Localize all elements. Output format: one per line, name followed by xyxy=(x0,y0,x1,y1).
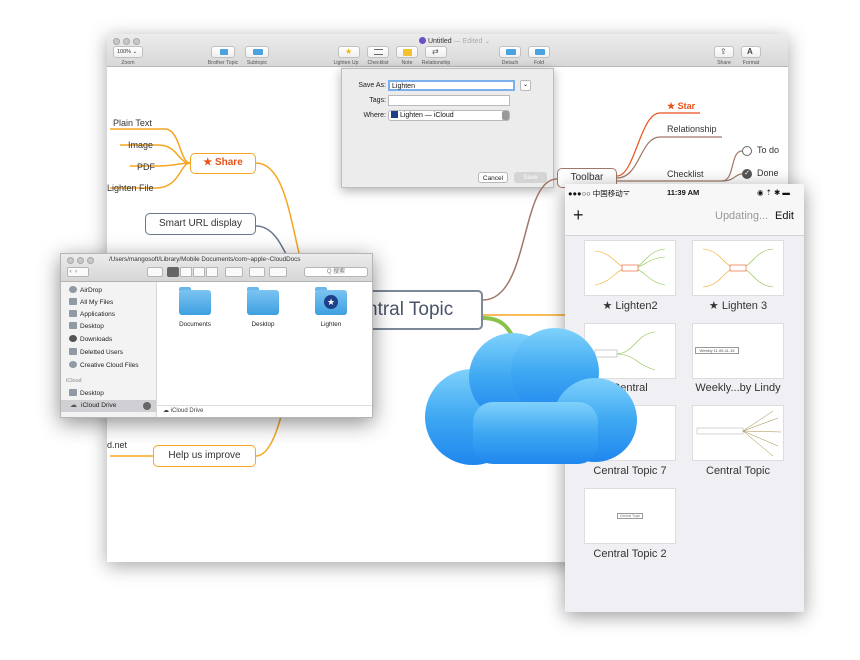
sidebar-item-deletted-users[interactable]: Deletted Users xyxy=(69,347,123,358)
share-finder-icon[interactable] xyxy=(249,267,265,277)
finder-sidebar: AirDrop All My Files Applications Deskto… xyxy=(61,282,157,417)
plain-text-node[interactable]: Plain Text xyxy=(113,118,152,128)
star-node[interactable]: ★ Star xyxy=(667,101,695,112)
mindmap-thumbnail xyxy=(594,248,666,286)
status-time: 11:39 AM xyxy=(667,188,700,197)
updating-label: Updating... xyxy=(715,210,769,222)
doc-thumbnail[interactable] xyxy=(584,240,676,296)
sidebar-item-icloud-desktop[interactable]: Desktop xyxy=(69,388,104,399)
sidebar-item-creative-cloud[interactable]: Creative Cloud Files xyxy=(69,360,139,371)
forward-icon[interactable]: › xyxy=(75,269,77,275)
arrange-icon[interactable] xyxy=(225,267,243,277)
desktop-icon xyxy=(69,322,77,329)
all-files-icon xyxy=(69,298,77,305)
status-icons: ◉ ⇡ ✱ ▬ xyxy=(757,188,790,197)
doc-title[interactable]: Central Topic xyxy=(683,465,793,477)
sidebar-item-desktop[interactable]: Desktop xyxy=(69,321,104,332)
share-node[interactable]: ★ Share xyxy=(190,153,256,174)
smart-url-node[interactable]: Smart URL display xyxy=(145,213,256,235)
help-node[interactable]: Help us improve xyxy=(153,445,256,467)
finder-zoom-button[interactable] xyxy=(87,257,94,264)
add-button[interactable]: + xyxy=(573,205,584,226)
sidebar-item-downloads[interactable]: Downloads xyxy=(69,334,112,345)
folder-lighten[interactable]: ★ Lighten xyxy=(301,287,361,337)
doc-thumbnail[interactable] xyxy=(692,240,784,296)
folder-icon xyxy=(69,348,77,355)
status-bar: ●●●○○ 中国移动 ᯤ 11:39 AM ◉ ⇡ ✱ ▬ xyxy=(565,184,804,202)
list-view-icon[interactable] xyxy=(180,267,192,277)
image-node[interactable]: Image xyxy=(128,140,153,150)
finder-path: /Users/mangosoft/Library/Mobile Document… xyxy=(109,256,301,263)
lighten-file-node[interactable]: Lighten File xyxy=(107,183,154,193)
sidebar-item-icloud-drive[interactable]: ☁ iCloud Drive xyxy=(61,400,156,412)
doc-thumbnail[interactable]: Weekly 11.09-11.15 xyxy=(692,323,784,379)
finder-window: /Users/mangosoft/Library/Mobile Document… xyxy=(60,253,373,418)
finder-search-input[interactable]: Q 搜索 xyxy=(304,267,368,277)
tag-icon[interactable] xyxy=(269,267,287,277)
desktop-folder-icon xyxy=(247,290,279,315)
action-gear-icon[interactable] xyxy=(147,267,163,277)
carrier-label: ●●●○○ 中国移动 xyxy=(568,189,623,198)
relationship-node[interactable]: Relationship xyxy=(667,124,717,134)
doc-thumbnail[interactable] xyxy=(692,405,784,461)
todo-circle-icon[interactable] xyxy=(742,146,752,156)
finder-close-button[interactable] xyxy=(67,257,74,264)
checklist-node[interactable]: Checklist xyxy=(667,169,704,179)
doc-title[interactable]: ★ Lighten 3 xyxy=(683,299,793,312)
finder-path-bar: ☁ iCloud Drive xyxy=(157,405,372,417)
back-icon[interactable]: ‹ xyxy=(68,269,72,275)
mindmap-thumbnail xyxy=(702,248,774,288)
desktop-icon xyxy=(69,389,77,396)
finder-minimize-button[interactable] xyxy=(77,257,84,264)
nav-bar: + Updating... Edit xyxy=(565,202,804,236)
todo-node[interactable]: To do xyxy=(757,145,779,155)
wifi-icon: ᯤ xyxy=(623,188,630,197)
doc-title[interactable]: Weekly...by Lindy xyxy=(683,382,793,394)
cover-flow-icon[interactable] xyxy=(206,267,218,277)
airdrop-icon xyxy=(69,286,77,293)
sidebar-item-airdrop[interactable]: AirDrop xyxy=(69,285,102,296)
pdf-node[interactable]: PDF xyxy=(137,162,155,172)
mindmap-thumbnail xyxy=(696,410,782,457)
sidebar-item-all-files[interactable]: All My Files xyxy=(69,297,113,308)
icon-view-icon[interactable] xyxy=(167,267,179,277)
progress-pie-icon xyxy=(143,402,151,410)
applications-icon xyxy=(69,310,77,317)
cloud-icon: ☁ xyxy=(163,408,169,414)
cloud-icon: ☁ xyxy=(70,402,77,409)
downloads-icon xyxy=(69,335,77,342)
done-node[interactable]: Done xyxy=(757,168,779,178)
creative-cloud-icon xyxy=(69,361,77,368)
doc-title[interactable]: Central Topic 2 xyxy=(575,548,685,560)
documents-folder-icon xyxy=(179,290,211,315)
folder-documents[interactable]: Documents xyxy=(165,287,225,337)
thumb-text: Central Topic xyxy=(617,513,643,519)
edit-button[interactable]: Edit xyxy=(775,210,794,222)
icloud-logo xyxy=(425,328,637,465)
finder-toolbar: /Users/mangosoft/Library/Mobile Document… xyxy=(61,254,372,282)
sidebar-item-applications[interactable]: Applications xyxy=(69,309,115,320)
folder-desktop[interactable]: Desktop xyxy=(233,287,293,337)
icloud-section-heading: iCloud xyxy=(66,378,82,384)
doc-title[interactable]: ★ Lighten2 xyxy=(575,299,685,312)
lighten-folder-icon: ★ xyxy=(315,290,347,315)
column-view-icon[interactable] xyxy=(193,267,205,277)
d-net-node[interactable]: d.net xyxy=(107,440,127,450)
doc-thumbnail[interactable]: Central Topic xyxy=(584,488,676,544)
lighten-app-icon: ★ xyxy=(324,295,338,309)
back-forward-buttons[interactable]: ‹ › xyxy=(67,267,89,277)
thumb-text: Weekly 11.09-11.15 xyxy=(695,347,739,354)
done-check-icon[interactable]: ✓ xyxy=(742,169,752,179)
